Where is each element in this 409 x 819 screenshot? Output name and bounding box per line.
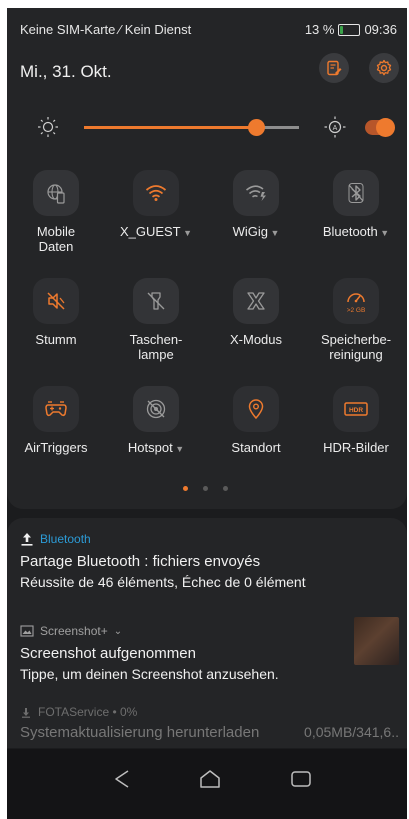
date-label: Mi., 31. Okt. <box>20 62 112 81</box>
page-indicator <box>183 486 228 491</box>
tile-wifi[interactable]: X_GUEST ▼ <box>108 170 204 241</box>
tile-hotspot[interactable]: Hotspot ▼ <box>108 386 204 457</box>
tile-label: Speicherbe-reinigung <box>320 332 392 362</box>
notification-text: Tippe, um deinen Screenshot anzusehen. <box>20 666 279 682</box>
bluetooth-off-icon[interactable] <box>333 170 379 216</box>
notification-title: Screenshot aufgenommen <box>20 645 196 662</box>
notification-list: Bluetooth Partage Bluetooth : fichiers e… <box>7 518 407 748</box>
clock: 09:36 <box>364 22 397 37</box>
edit-icon <box>327 60 342 76</box>
auto-brightness-icon: A <box>324 116 346 138</box>
brightness-slider[interactable] <box>84 119 299 136</box>
dropdown-caret-icon[interactable]: ▼ <box>173 444 184 454</box>
tile-label: X_GUEST ▼ <box>119 224 193 239</box>
status-right: 13 % 09:36 <box>305 22 397 37</box>
tile-label: Mobile Daten <box>36 224 76 254</box>
notification-row: Systemaktualisierung herunterladen 0,05M… <box>7 724 407 741</box>
tile-mute[interactable]: Stumm <box>8 278 104 347</box>
home-button[interactable] <box>198 767 222 791</box>
tile-bluetooth-off[interactable]: Bluetooth ▼ <box>308 170 404 241</box>
tile-label: HDR-Bilder <box>323 440 389 455</box>
tile-label: Standort <box>231 440 281 455</box>
tile-globe-phone[interactable]: Mobile Daten <box>8 170 104 254</box>
notification-app-name: FOTAService • 0% <box>38 705 138 719</box>
tile-label: WiGig ▼ <box>232 224 280 239</box>
tile-label: Taschen-lampe <box>129 332 183 362</box>
gamepad-icon[interactable] <box>33 386 79 432</box>
settings-button[interactable] <box>369 53 399 83</box>
image-icon <box>20 625 34 637</box>
tile-x-mode[interactable]: X-Modus <box>208 278 304 347</box>
navigation-bar <box>7 749 407 819</box>
tile-hdr[interactable]: HDR HDR-Bilder <box>308 386 404 455</box>
tile-flashlight[interactable]: Taschen-lampe <box>108 278 204 362</box>
brightness-slider-thumb[interactable] <box>248 119 265 136</box>
screenshot-thumbnail[interactable] <box>354 617 399 665</box>
recents-icon <box>291 771 311 787</box>
page-dot[interactable] <box>183 486 188 491</box>
page-dot[interactable] <box>223 486 228 491</box>
notification-app-name: Screenshot+ <box>40 624 108 638</box>
status-bar: Keine SIM-Karte ∕ Kein Dienst 13 % 09:36 <box>20 22 397 40</box>
tile-label: Hotspot ▼ <box>127 440 185 455</box>
quick-settings-panel: Keine SIM-Karte ∕ Kein Dienst 13 % 09:36… <box>7 8 407 509</box>
home-icon <box>200 770 220 788</box>
tile-label: AirTriggers <box>24 440 88 455</box>
notification-screenshot[interactable]: Screenshot+ ⌄ Screenshot aufgenommen Tip… <box>7 624 407 682</box>
tile-memory-clean[interactable]: >2 GB Speicherbe-reinigung <box>308 278 404 362</box>
memory-clean-icon[interactable]: >2 GB <box>333 278 379 324</box>
screen: Keine SIM-Karte ∕ Kein Dienst 13 % 09:36… <box>7 8 407 819</box>
svg-text:HDR: HDR <box>349 407 363 414</box>
back-icon <box>115 770 129 788</box>
wifi-icon[interactable] <box>133 170 179 216</box>
mute-icon[interactable] <box>33 278 79 324</box>
notification-title: Systemaktualisierung herunterladen <box>20 724 260 741</box>
back-button[interactable] <box>110 767 134 791</box>
page-dot[interactable] <box>203 486 208 491</box>
tile-gamepad[interactable]: AirTriggers <box>8 386 104 455</box>
hdr-icon[interactable]: HDR <box>333 386 379 432</box>
x-mode-icon[interactable] <box>233 278 279 324</box>
brightness-slider-fill <box>84 126 256 129</box>
wigig-icon[interactable] <box>233 170 279 216</box>
tile-label: X-Modus <box>229 332 283 347</box>
download-icon <box>22 708 30 718</box>
memory-badge: >2 GB <box>347 307 366 314</box>
notification-app-row: FOTAService • 0% <box>7 705 407 719</box>
tile-location[interactable]: Standort <box>208 386 304 455</box>
svg-text:A: A <box>333 125 338 132</box>
auto-brightness-toggle[interactable] <box>365 118 395 137</box>
chevron-down-icon[interactable]: ⌄ <box>114 626 122 637</box>
brightness-low-icon <box>38 117 58 137</box>
tile-wigig[interactable]: WiGig ▼ <box>208 170 304 241</box>
upload-icon <box>21 533 33 546</box>
notification-text: Réussite de 46 éléments, Échec de 0 élém… <box>20 574 306 590</box>
notification-bluetooth[interactable]: Bluetooth Partage Bluetooth : fichiers e… <box>7 532 407 590</box>
dropdown-caret-icon[interactable]: ▼ <box>378 228 389 238</box>
brightness-row: A <box>7 112 407 142</box>
notification-app-row: Bluetooth <box>7 532 407 546</box>
battery-icon <box>338 23 361 36</box>
gear-icon <box>376 59 392 76</box>
dropdown-caret-icon[interactable]: ▼ <box>181 228 192 238</box>
notification-fota[interactable]: FOTAService • 0% Systemaktualisierung he… <box>7 705 407 741</box>
toggle-knob <box>376 118 395 137</box>
globe-phone-icon[interactable] <box>33 170 79 216</box>
notification-app-row: Screenshot+ ⌄ <box>7 624 407 638</box>
carrier-text: Keine SIM-Karte ∕ Kein Dienst <box>20 22 192 37</box>
notification-title: Partage Bluetooth : fichiers envoyés <box>20 553 261 570</box>
dropdown-caret-icon[interactable]: ▼ <box>268 228 279 238</box>
tile-label: Stumm <box>35 332 77 347</box>
notification-app-name: Bluetooth <box>40 532 91 546</box>
location-icon[interactable] <box>233 386 279 432</box>
edit-button[interactable] <box>319 53 349 83</box>
flashlight-icon[interactable] <box>133 278 179 324</box>
tile-label: Bluetooth ▼ <box>322 224 390 239</box>
hotspot-icon[interactable] <box>133 386 179 432</box>
download-size: 0,05MB/341,6.. <box>304 724 399 740</box>
recents-button[interactable] <box>289 767 313 791</box>
battery-percent: 13 % <box>304 22 335 37</box>
